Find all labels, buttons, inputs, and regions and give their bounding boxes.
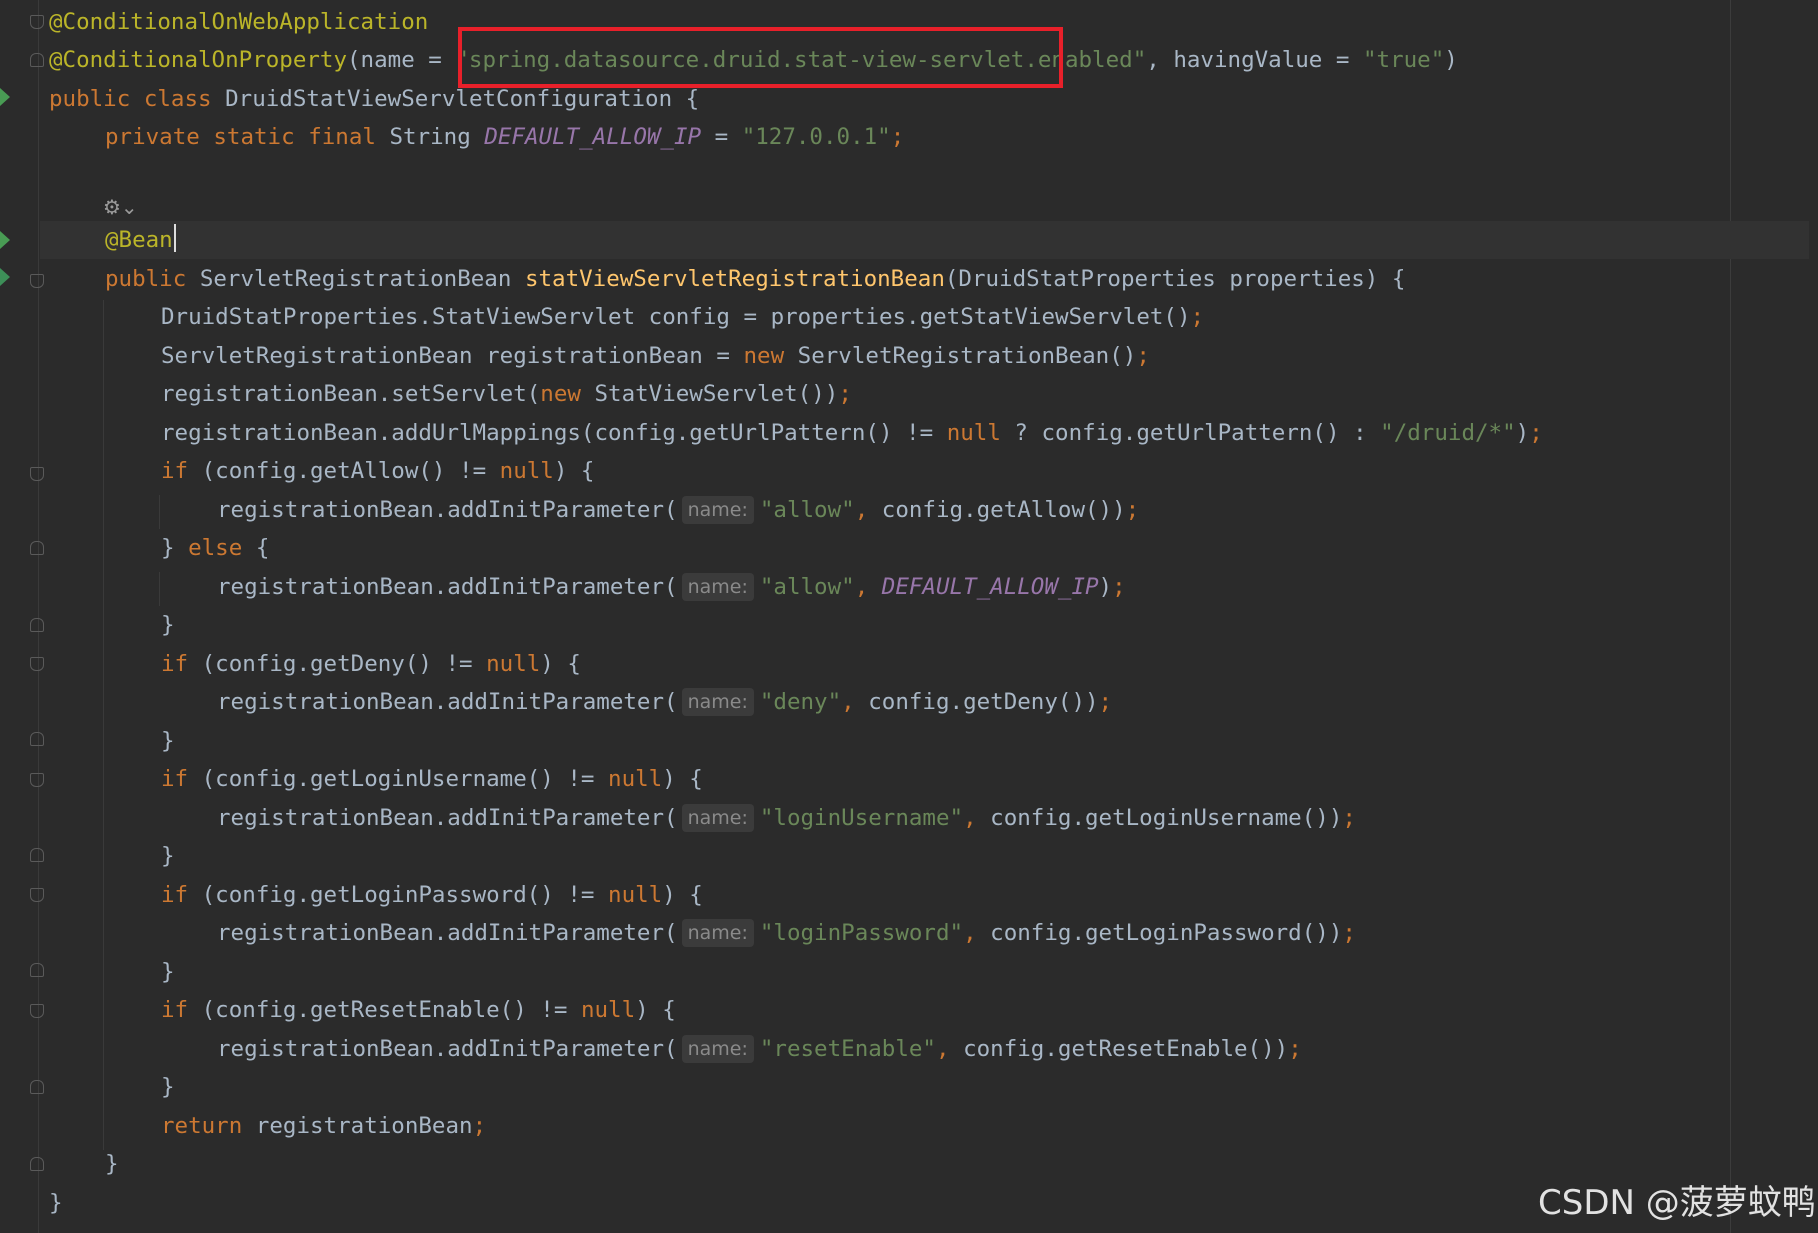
code-line-22[interactable]: } [161,837,175,875]
code-line-19[interactable]: } [161,722,175,760]
text-caret [173,224,176,252]
parameter-name-hint: name: [681,496,754,524]
parameter-name-hint: name: [681,804,754,832]
fold-toggle-icon[interactable] [30,657,44,671]
fold-toggle-icon[interactable] [30,848,44,862]
code-line-24[interactable]: registrationBean.addInitParameter(name: "… [217,914,1356,952]
editor-gutter[interactable] [0,0,40,1233]
navigate-gutter-icon[interactable] [0,268,10,286]
fold-toggle-icon[interactable] [30,1157,44,1171]
fold-toggle-icon[interactable] [30,53,44,67]
parameter-name-hint: name: [681,919,754,947]
code-line-1[interactable]: @ConditionalOnWebApplication [49,3,428,41]
fold-toggle-icon[interactable] [30,732,44,746]
indent-guide [159,572,160,606]
code-line-6[interactable]: @Bean [40,221,1809,259]
fold-toggle-icon[interactable] [30,15,44,29]
code-line-10[interactable]: registrationBean.setServlet(new StatView… [161,375,852,413]
code-line-29[interactable]: return registrationBean; [161,1107,486,1145]
code-line-9[interactable]: ServletRegistrationBean registrationBean… [161,337,1150,375]
bean-gutter-icon[interactable] [0,231,10,249]
code-vision-icon[interactable]: ⚙⌄ [103,193,147,221]
code-line-15[interactable]: registrationBean.addInitParameter(name: "… [217,568,1126,606]
right-margin-guide [1730,0,1731,1233]
code-line-13[interactable]: registrationBean.addInitParameter(name: "… [217,491,1139,529]
code-line-27[interactable]: registrationBean.addInitParameter(name: "… [217,1030,1302,1068]
code-line-14[interactable]: } else { [161,529,269,567]
code-line-4[interactable]: private static final String DEFAULT_ALLO… [105,118,904,156]
code-line-26[interactable]: if (config.getResetEnable() != null) { [161,991,676,1029]
code-line-7[interactable]: public ServletRegistrationBean statViewS… [105,260,1405,298]
fold-toggle-icon[interactable] [30,888,44,902]
code-line-31[interactable]: } [49,1184,63,1222]
code-line-17[interactable]: if (config.getDeny() != null) { [161,645,581,683]
code-line-12[interactable]: if (config.getAllow() != null) { [161,452,594,490]
run-gutter-icon[interactable] [0,88,10,106]
code-line-21[interactable]: registrationBean.addInitParameter(name: "… [217,799,1356,837]
parameter-name-hint: name: [681,573,754,601]
fold-toggle-icon[interactable] [30,963,44,977]
indent-guide [103,300,104,1150]
code-line-20[interactable]: if (config.getLoginUsername() != null) { [161,760,703,798]
parameter-name-hint: name: [681,688,754,716]
fold-toggle-icon[interactable] [30,467,44,481]
watermark: CSDN @菠萝蚊鸭 [1538,1183,1816,1223]
fold-toggle-icon[interactable] [30,618,44,632]
gutter-divider [38,0,39,1233]
code-line-25[interactable]: } [161,953,175,991]
code-line-30[interactable]: } [105,1145,119,1183]
fold-toggle-icon[interactable] [30,1080,44,1094]
fold-toggle-icon[interactable] [30,541,44,555]
code-line-28[interactable]: } [161,1068,175,1106]
code-line-8[interactable]: DruidStatProperties.StatViewServlet conf… [161,298,1204,336]
code-line-23[interactable]: if (config.getLoginPassword() != null) { [161,876,703,914]
code-line-18[interactable]: registrationBean.addInitParameter(name: "… [217,683,1112,721]
code-line-16[interactable]: } [161,606,175,644]
parameter-name-hint: name: [681,1035,754,1063]
code-line-11[interactable]: registrationBean.addUrlMappings(config.g… [161,414,1543,452]
highlight-annotation-box [458,27,1063,88]
code-editor[interactable]: @ConditionalOnWebApplication @Conditiona… [0,0,1818,1233]
fold-toggle-icon[interactable] [30,274,44,288]
indent-guide [159,495,160,529]
fold-toggle-icon[interactable] [30,1004,44,1018]
fold-toggle-icon[interactable] [30,773,44,787]
